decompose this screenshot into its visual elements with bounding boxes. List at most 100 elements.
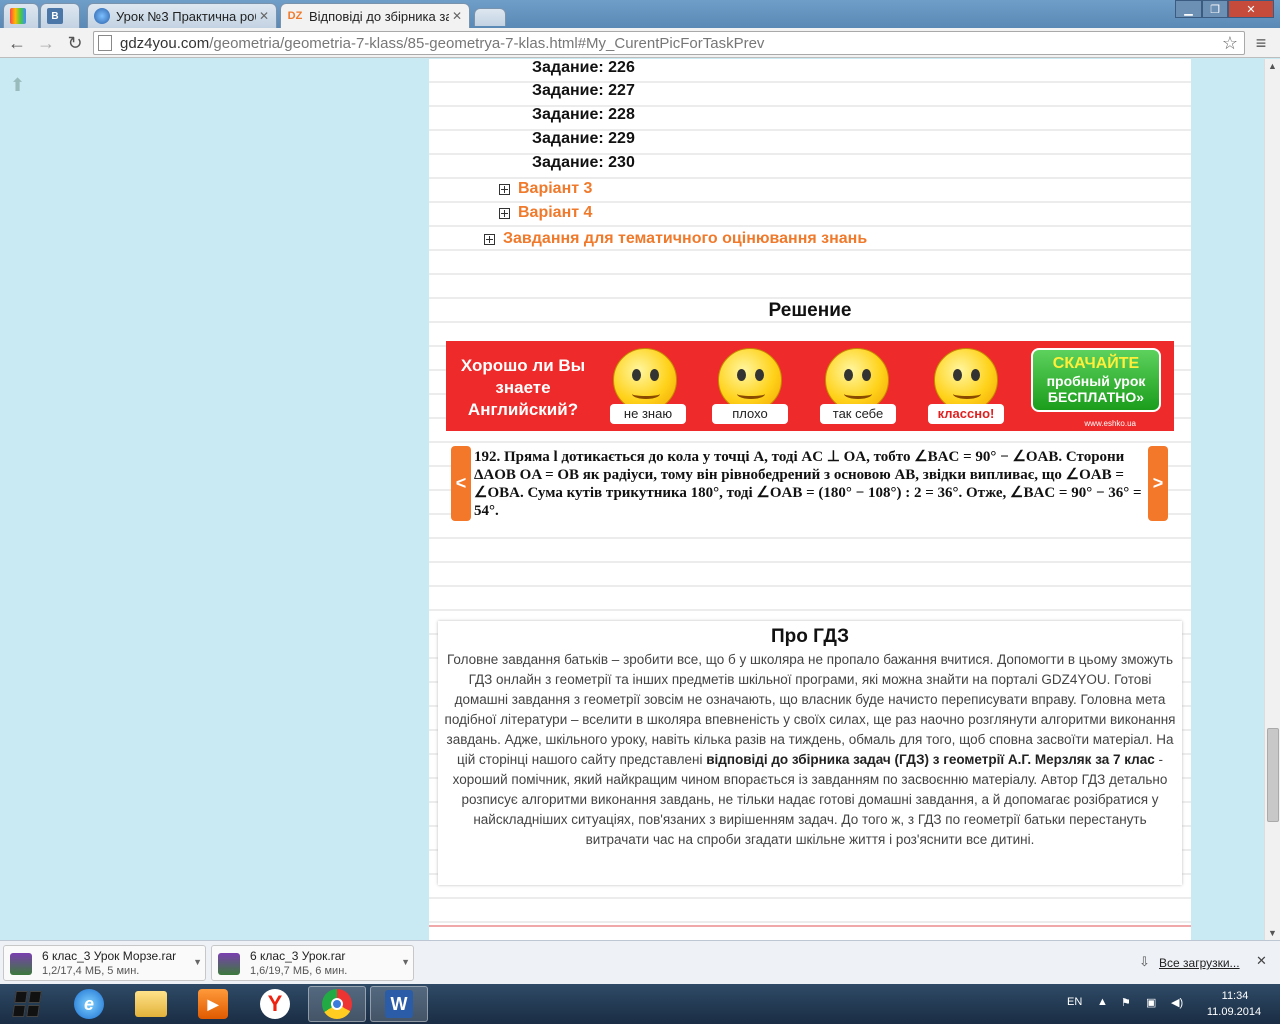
download-name: 6 клас_3 Урок Морзе.rar	[42, 949, 177, 963]
thematic-label: Завдання для тематичного оцінювання знан…	[503, 230, 868, 247]
download-name: 6 клас_3 Урок.rar	[250, 949, 346, 963]
tray-expand-icon[interactable]: ▲	[1097, 996, 1108, 1008]
close-tab-icon[interactable]: ✕	[256, 9, 272, 23]
solution-number: 192.	[474, 449, 501, 465]
variant-label: Варіант 3	[518, 180, 593, 197]
menu-icon[interactable]: ≡	[1250, 32, 1272, 54]
ad-question: Хорошо ли Вы знаете Английский?	[460, 356, 586, 419]
chevron-down-icon[interactable]: ▼	[193, 957, 202, 967]
restore-icon[interactable]: ❐	[1202, 0, 1228, 18]
ad-option: не знаю	[610, 404, 686, 424]
scroll-thumb[interactable]	[1267, 728, 1279, 822]
tab-gdz[interactable]: DZ Відповіді до збірника зад ✕	[280, 3, 470, 28]
about-text-bold: відповіді до збірника задач (ГДЗ) з геом…	[706, 752, 1155, 767]
thematic-link[interactable]: Завдання для тематичного оцінювання знан…	[484, 230, 867, 248]
language-indicator[interactable]: EN	[1067, 996, 1082, 1008]
tab-vk[interactable]: В	[40, 3, 80, 28]
variant-4-link[interactable]: Варіант 4	[499, 204, 592, 222]
page-icon	[98, 35, 112, 51]
taskbar-media-player[interactable]: ▶	[184, 986, 242, 1022]
download-item[interactable]: 6 клас_3 Урок.rar 1,6/19,7 МБ, 6 мин. ▼	[211, 945, 414, 981]
about-text-part: Головне завдання батьків – зробити все, …	[444, 652, 1176, 767]
minimize-icon[interactable]: ▁	[1175, 0, 1202, 18]
taskbar-yandex[interactable]: Y	[246, 986, 304, 1022]
task-link[interactable]: Задание: 230	[532, 154, 635, 172]
close-icon[interactable]: ✕	[1256, 953, 1267, 969]
browser-toolbar: ← → ↻ gdz4you.com/geometria/geometria-7-…	[0, 28, 1280, 58]
download-info: 1,2/17,4 МБ, 5 мин.	[42, 965, 140, 977]
bookmark-star-icon[interactable]: ☆	[1222, 33, 1238, 54]
smiley-icon	[934, 348, 998, 412]
smiley-icon	[825, 348, 889, 412]
ad-banner[interactable]: Хорошо ли Вы знаете Английский? не знаю …	[446, 341, 1174, 431]
vertical-scrollbar[interactable]: ▲ ▼	[1264, 59, 1280, 940]
tab-label: Відповіді до збірника зад	[309, 8, 449, 24]
address-bar[interactable]: gdz4you.com/geometria/geometria-7-klass/…	[93, 31, 1245, 55]
solution-heading: Решение	[768, 300, 852, 321]
system-tray: EN ▲ ⚑ ▣ ◀) 11:34 11.09.2014	[1060, 984, 1280, 1024]
variant-3-link[interactable]: Варіант 3	[499, 180, 592, 198]
folder-icon	[135, 991, 167, 1017]
prev-button[interactable]: <	[451, 446, 471, 521]
tab-strip: В Урок №3 Практична роб ✕ DZ Відповіді д…	[0, 0, 1280, 28]
scroll-up-icon[interactable]: ⬆	[10, 75, 25, 96]
vk-icon: В	[47, 8, 63, 24]
ad-cta-line2: пробный урок	[1046, 373, 1146, 389]
yandex-icon: Y	[260, 989, 290, 1019]
clock-date[interactable]: 11.09.2014	[1200, 1006, 1268, 1018]
task-link[interactable]: Задание: 227	[532, 82, 635, 100]
close-tab-icon[interactable]: ✕	[449, 9, 465, 23]
expand-icon[interactable]	[499, 207, 510, 219]
url-host: gdz4you.com	[120, 34, 210, 52]
task-link[interactable]: Задание: 229	[532, 130, 635, 148]
reload-button[interactable]: ↻	[64, 32, 86, 54]
download-info: 1,6/19,7 МБ, 6 мин.	[250, 965, 348, 977]
about-title: Про ГДЗ	[770, 626, 850, 647]
download-item[interactable]: 6 клас_3 Урок Морзе.rar 1,2/17,4 МБ, 5 м…	[3, 945, 206, 981]
chevron-down-icon[interactable]: ▼	[401, 957, 410, 967]
scroll-down-arrow-icon[interactable]: ▼	[1268, 928, 1277, 938]
ad-download-button[interactable]: СКАЧАЙТЕ пробный урок БЕСПЛАТНО»	[1031, 348, 1161, 412]
globe-icon	[94, 8, 110, 24]
taskbar-chrome[interactable]	[308, 986, 366, 1022]
all-downloads-link[interactable]: Все загрузки...	[1159, 956, 1240, 970]
media-player-icon: ▶	[198, 989, 228, 1019]
next-button[interactable]: >	[1148, 446, 1168, 521]
smiley-icon	[718, 348, 782, 412]
back-button[interactable]: ←	[6, 32, 28, 54]
volume-icon[interactable]: ◀)	[1171, 996, 1183, 1009]
start-button[interactable]	[8, 986, 46, 1022]
ad-option: классно!	[928, 404, 1004, 424]
taskbar-word[interactable]: W	[370, 986, 428, 1022]
word-icon: W	[385, 990, 413, 1018]
forward-button[interactable]: →	[35, 32, 57, 54]
download-arrow-icon: ⇩	[1139, 954, 1150, 969]
ad-cta-line3: БЕСПЛАТНО»	[1047, 389, 1145, 405]
taskbar: e ▶ Y W EN ▲ ⚑ ▣ ◀) 11:34 11.09.2014	[0, 984, 1280, 1024]
expand-icon[interactable]	[484, 233, 495, 245]
tab-label: Урок №3 Практична роб	[116, 8, 256, 24]
tab-lesson[interactable]: Урок №3 Практична роб ✕	[87, 3, 277, 28]
divider	[429, 925, 1191, 927]
smiley-icon	[613, 348, 677, 412]
network-icon[interactable]: ▣	[1146, 996, 1156, 1009]
task-link[interactable]: Задание: 226	[532, 59, 635, 77]
about-text: Головне завдання батьків – зробити все, …	[438, 650, 1182, 850]
clock-time[interactable]: 11:34	[1210, 990, 1260, 1002]
ad-option: так себе	[820, 404, 896, 424]
ad-option: плохо	[712, 404, 788, 424]
taskbar-explorer[interactable]	[122, 986, 180, 1022]
expand-icon[interactable]	[499, 183, 510, 195]
scroll-up-arrow-icon[interactable]: ▲	[1268, 61, 1277, 71]
variant-label: Варіант 4	[518, 204, 593, 221]
rainbow-icon	[10, 8, 26, 24]
tab-rainbow[interactable]	[3, 3, 39, 28]
page-viewport: ⬆ Задание: 226 Задание: 227 Задание: 228…	[0, 59, 1264, 940]
task-link[interactable]: Задание: 228	[532, 106, 635, 124]
new-tab-button[interactable]	[474, 8, 506, 26]
solution-text: 192. Пряма l дотикається до кола у точці…	[474, 448, 1144, 520]
taskbar-ie[interactable]: e	[60, 986, 118, 1022]
ad-cta-line1: СКАЧАЙТЕ	[1052, 355, 1140, 372]
close-window-icon[interactable]: ✕	[1228, 0, 1274, 18]
flag-icon[interactable]: ⚑	[1121, 996, 1131, 1009]
